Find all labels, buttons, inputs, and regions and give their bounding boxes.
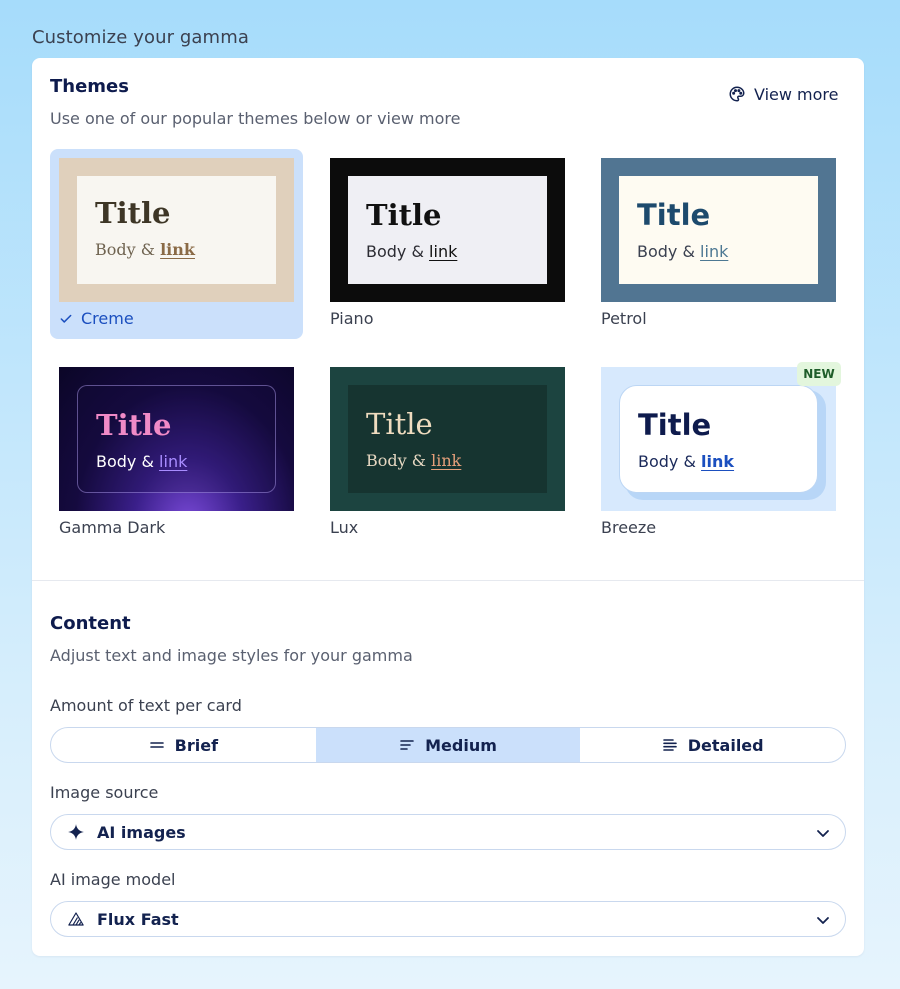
new-badge: NEW (797, 362, 841, 386)
theme-breeze[interactable]: Title Body & link Breeze (592, 358, 845, 548)
theme-sample-body: Body & link (96, 452, 187, 471)
theme-label: Lux (330, 518, 359, 537)
chevron-down-icon (817, 830, 829, 837)
theme-sample-body-text: Body & (637, 242, 695, 261)
theme-sample-link: link (160, 240, 195, 259)
theme-sample-card: Title Body & link (619, 385, 818, 493)
theme-sample-body: Body & link (95, 240, 195, 259)
theme-sample-body-text: Body & (366, 242, 424, 261)
theme-sample-link: link (159, 452, 188, 471)
image-source-label: Image source (50, 783, 159, 802)
theme-label: Breeze (601, 518, 657, 537)
image-model-select[interactable]: Flux Fast (50, 901, 846, 937)
chevron-down-icon (817, 917, 829, 924)
sparkle-icon (68, 824, 84, 840)
theme-gamma-dark[interactable]: Title Body & link Gamma Dark (50, 358, 303, 548)
theme-sample-body: Body & link (366, 451, 461, 470)
theme-petrol[interactable]: Title Body & link Petrol (592, 149, 845, 339)
text-amount-medium-label: Medium (425, 735, 497, 755)
lines-three-icon (400, 740, 414, 750)
theme-thumbnail: Title Body & link (601, 158, 836, 302)
image-model-value: Flux Fast (97, 909, 179, 929)
theme-label: Petrol (601, 309, 647, 328)
image-source-value: AI images (97, 822, 186, 842)
text-amount-brief-label: Brief (174, 735, 219, 755)
theme-sample-title: Title (366, 407, 433, 441)
lines-four-icon (662, 739, 677, 751)
theme-sample-card: Title Body & link (348, 385, 547, 493)
content-title: Content (50, 613, 131, 634)
theme-piano[interactable]: Title Body & link Piano (321, 149, 574, 339)
theme-sample-title: Title (366, 198, 442, 232)
themes-subtitle: Use one of our popular themes below or v… (50, 109, 461, 128)
text-amount-detailed-label: Detailed (687, 735, 764, 755)
theme-sample-body: Body & link (637, 242, 728, 261)
theme-lux[interactable]: Title Body & link Lux (321, 358, 574, 548)
customize-panel: Themes Use one of our popular themes bel… (32, 58, 864, 956)
theme-name: Creme (81, 309, 134, 328)
theme-sample-body: Body & link (638, 452, 734, 471)
theme-sample-title: Title (95, 196, 171, 230)
view-more-button[interactable]: View more (728, 82, 839, 106)
content-subtitle: Adjust text and image styles for your ga… (50, 646, 413, 665)
themes-title: Themes (50, 76, 129, 97)
theme-thumbnail: Title Body & link (601, 367, 836, 511)
page-heading: Customize your gamma (32, 27, 249, 48)
theme-sample-link: link (701, 452, 735, 471)
image-source-select[interactable]: AI images (50, 814, 846, 850)
text-amount-label: Amount of text per card (50, 696, 242, 715)
theme-creme[interactable]: Title Body & link Creme (50, 149, 303, 339)
section-divider (32, 580, 864, 581)
text-amount-segmented-control: Brief Medium Detailed (50, 727, 846, 763)
text-amount-brief[interactable]: Brief (51, 728, 316, 762)
theme-sample-title: Title (638, 408, 712, 442)
theme-sample-card: Title Body & link (77, 176, 276, 284)
lines-two-icon (149, 742, 164, 748)
text-amount-detailed[interactable]: Detailed (580, 728, 845, 762)
theme-label: Creme (59, 309, 134, 328)
theme-sample-link: link (429, 242, 458, 261)
theme-sample-card: Title Body & link (77, 385, 276, 493)
theme-sample-body: Body & link (366, 242, 457, 261)
text-amount-medium[interactable]: Medium (315, 728, 581, 762)
theme-sample-link: link (431, 451, 462, 470)
theme-sample-title: Title (637, 198, 711, 232)
theme-sample-title: Title (96, 408, 172, 442)
theme-sample-card: Title Body & link (619, 176, 818, 284)
theme-sample-card: Title Body & link (348, 176, 547, 284)
theme-thumbnail: Title Body & link (330, 367, 565, 511)
image-model-label: AI image model (50, 870, 176, 889)
theme-sample-link: link (700, 242, 729, 261)
theme-thumbnail: Title Body & link (59, 158, 294, 302)
theme-thumbnail: Title Body & link (330, 158, 565, 302)
palette-icon (729, 86, 745, 102)
theme-sample-body-text: Body & (96, 452, 154, 471)
flux-logo-icon (68, 912, 84, 926)
theme-thumbnail: Title Body & link (59, 367, 294, 511)
view-more-label: View more (754, 84, 839, 104)
theme-sample-body-text: Body & (366, 451, 426, 470)
theme-label: Piano (330, 309, 374, 328)
theme-sample-body-text: Body & (95, 240, 155, 259)
check-icon (60, 314, 72, 323)
theme-sample-body-text: Body & (638, 452, 696, 471)
theme-label: Gamma Dark (59, 518, 166, 537)
